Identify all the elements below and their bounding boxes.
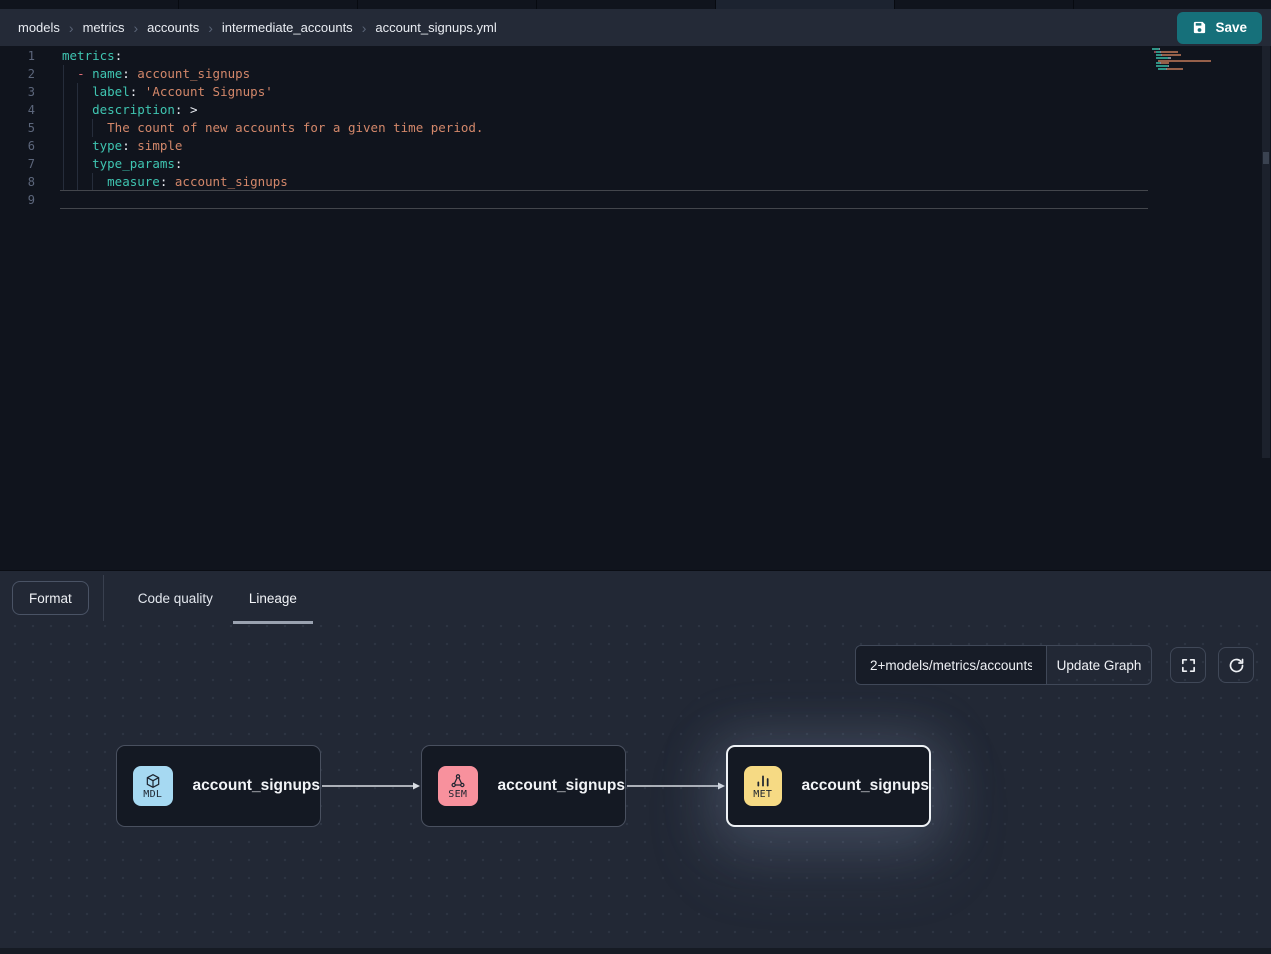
breadcrumb-item[interactable]: models: [18, 20, 60, 35]
share-nodes-icon: [450, 773, 466, 789]
app-root: models › metrics › accounts › intermediate_acc…: [0, 0, 1271, 954]
cube-icon: [145, 773, 161, 789]
active-line-border: [60, 208, 1148, 209]
browser-tabstrip: [0, 0, 1271, 9]
badge-label: SEM: [448, 789, 467, 800]
line-number: 5: [0, 119, 35, 137]
lineage-canvas[interactable]: MDL account_signups SEM account_signups MET a…: [0, 625, 1271, 948]
panel-tabs: Code quality Lineage: [136, 571, 299, 625]
format-button[interactable]: Format: [12, 581, 89, 615]
editor-header: models › metrics › accounts › intermediate_acc…: [0, 9, 1271, 46]
line-number: 8: [0, 173, 35, 191]
code-line[interactable]: 5 The count of new accounts for a given …: [0, 119, 1150, 137]
top-tab[interactable]: [179, 0, 357, 9]
line-number: 1: [0, 47, 35, 65]
badge-label: MDL: [143, 789, 162, 800]
breadcrumb-item[interactable]: account_signups.yml: [375, 20, 496, 35]
breadcrumb-item[interactable]: metrics: [83, 20, 125, 35]
scrollbar-thumb[interactable]: [1263, 152, 1269, 164]
code-line[interactable]: 7 type_params:: [0, 155, 1150, 173]
breadcrumb: models › metrics › accounts › intermediate_acc…: [18, 20, 497, 35]
code-line[interactable]: 8 measure: account_signups: [0, 173, 1150, 191]
bottom-panel-header: Format Code quality Lineage: [0, 570, 1271, 625]
code-lines: 1metrics:2 - name: account_signups3 labe…: [0, 47, 1150, 209]
divider: [103, 575, 104, 621]
fullscreen-button[interactable]: [1170, 647, 1206, 683]
lineage-node-mdl[interactable]: MDL account_signups: [116, 745, 321, 827]
top-tab[interactable]: [1074, 0, 1271, 9]
lineage-node-label: account_signups: [498, 777, 625, 795]
line-number: 7: [0, 155, 35, 173]
badge-label: MET: [753, 789, 772, 800]
indent-guide: [92, 173, 93, 191]
top-tab[interactable]: [0, 0, 178, 9]
chevron-right-icon: ›: [69, 20, 74, 35]
mdl-badge: MDL: [133, 766, 173, 806]
breadcrumb-item[interactable]: accounts: [147, 20, 199, 35]
lineage-node-sem[interactable]: SEM account_signups: [421, 745, 626, 827]
indent-guide: [92, 119, 93, 137]
refresh-button[interactable]: [1218, 647, 1254, 683]
code-line[interactable]: 2 - name: account_signups: [0, 65, 1150, 83]
lineage-node-label: account_signups: [802, 777, 929, 795]
chevron-right-icon: ›: [362, 20, 367, 35]
sem-badge: SEM: [438, 766, 478, 806]
save-label: Save: [1215, 20, 1247, 35]
line-number: 4: [0, 101, 35, 119]
line-number: 6: [0, 137, 35, 155]
code-line[interactable]: 1metrics:: [0, 47, 1150, 65]
lineage-selector-group: Update Graph: [855, 645, 1152, 685]
top-tab[interactable]: [358, 0, 536, 9]
indent-guide: [77, 83, 78, 191]
editor-scrollbar[interactable]: [1262, 46, 1270, 458]
line-number: 9: [0, 191, 35, 209]
code-line[interactable]: 9: [0, 191, 1150, 209]
line-number: 3: [0, 83, 35, 101]
lineage-node-met[interactable]: MET account_signups: [726, 745, 931, 827]
chevron-right-icon: ›: [208, 20, 213, 35]
top-tab[interactable]: [895, 0, 1073, 9]
save-icon: [1192, 20, 1207, 35]
bar-chart-icon: [755, 773, 771, 789]
bottom-strip: [0, 948, 1271, 954]
refresh-icon: [1228, 657, 1245, 674]
chevron-right-icon: ›: [133, 20, 138, 35]
update-graph-button[interactable]: Update Graph: [1047, 646, 1151, 684]
top-tab[interactable]: [716, 0, 894, 9]
fullscreen-icon: [1180, 657, 1197, 674]
minimap[interactable]: [1152, 48, 1257, 73]
code-editor[interactable]: 1metrics:2 - name: account_signups3 labe…: [0, 46, 1271, 570]
indent-guide: [63, 65, 64, 191]
tab-code-quality[interactable]: Code quality: [136, 571, 215, 625]
tab-lineage[interactable]: Lineage: [247, 571, 299, 625]
lineage-selector-input[interactable]: [856, 646, 1047, 684]
top-tab[interactable]: [537, 0, 715, 9]
code-line[interactable]: 6 type: simple: [0, 137, 1150, 155]
active-line-border: [60, 190, 1148, 191]
save-button[interactable]: Save: [1177, 12, 1262, 44]
code-line[interactable]: 4 description: >: [0, 101, 1150, 119]
met-badge: MET: [744, 766, 782, 806]
breadcrumb-item[interactable]: intermediate_accounts: [222, 20, 353, 35]
line-number: 2: [0, 65, 35, 83]
code-line[interactable]: 3 label: 'Account Signups': [0, 83, 1150, 101]
lineage-node-label: account_signups: [193, 777, 320, 795]
